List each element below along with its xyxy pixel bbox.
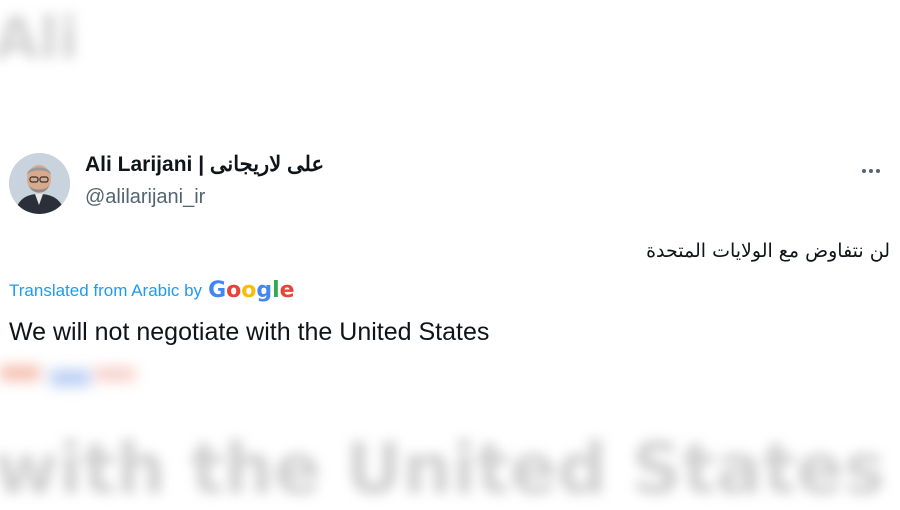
more-options-icon[interactable] bbox=[862, 160, 888, 174]
google-logo: Google bbox=[208, 278, 295, 303]
translation-label[interactable]: Translated from Arabic by bbox=[9, 281, 202, 301]
tweet-translated-text: We will not negotiate with the United St… bbox=[9, 318, 490, 346]
author-handle[interactable]: @alilarijani_ir bbox=[85, 186, 205, 209]
blurred-background-text-top: Ali bbox=[0, 4, 79, 72]
tweet-original-text: لن نتفاوض مع الولايات المتحدة bbox=[646, 240, 890, 262]
tweet-card: Ali Larijani | علی لاریجانی @alilarijani… bbox=[0, 140, 900, 370]
avatar-photo-icon bbox=[9, 153, 70, 214]
author-avatar[interactable] bbox=[9, 153, 70, 214]
blurred-color-strip bbox=[0, 366, 140, 390]
author-display-name[interactable]: Ali Larijani | علی لاریجانی bbox=[85, 152, 324, 177]
translation-attribution[interactable]: Translated from Arabic by Google bbox=[9, 278, 295, 303]
blurred-background-text-bottom: with the United States bbox=[0, 428, 886, 510]
